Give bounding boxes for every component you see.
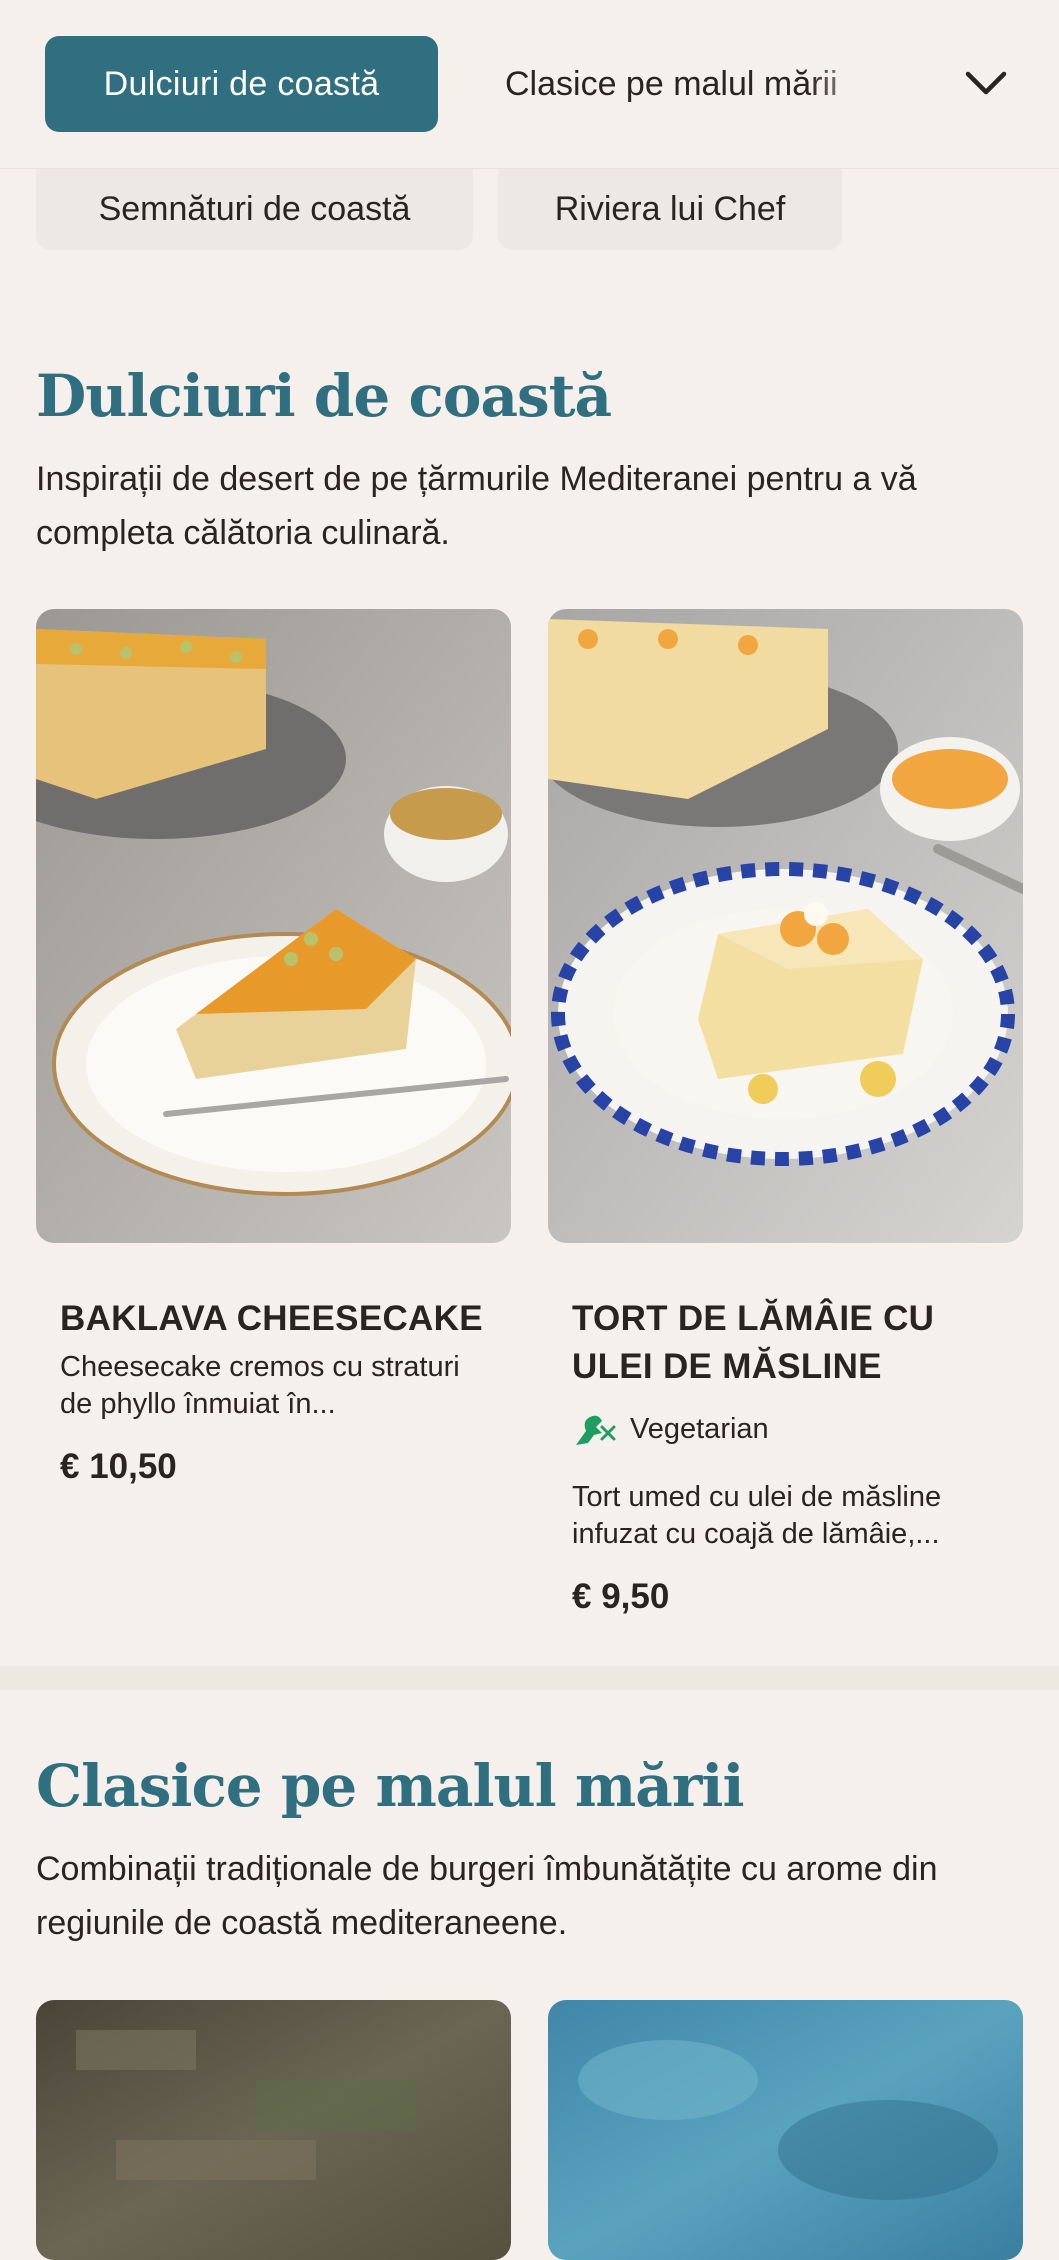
- dietary-badge: Vegetarian: [572, 1409, 999, 1449]
- lemon-olive-oil-cake-image: [548, 609, 1023, 1243]
- dietary-badge-label: Vegetarian: [630, 1412, 769, 1445]
- baklava-cheesecake-image: [36, 609, 511, 1243]
- menu-item-card[interactable]: TORT DE LĂMÂIE CU ULEI DE MĂSLINE Vegeta…: [548, 609, 1023, 1617]
- dinosaur-leaf-icon: [576, 1415, 616, 1445]
- menu-item-name: BAKLAVA CHEESECAKE: [60, 1299, 483, 1338]
- menu-item-price: € 9,50: [572, 1577, 670, 1616]
- section-divider: [0, 1666, 1059, 1690]
- category-tab-chef-riviera[interactable]: Riviera lui Chef: [498, 168, 842, 250]
- menu-item-card[interactable]: BAKLAVA CHEESECAKE Cheesecake cremos cu …: [36, 609, 511, 1487]
- section-description: Combinații tradiționale de burgeri îmbun…: [36, 1850, 938, 1942]
- chevron-down-icon[interactable]: [962, 62, 1010, 106]
- menu-item-description: Cheesecake cremos cu straturi de phyllo …: [60, 1351, 460, 1420]
- category-tab-coastal-signatures[interactable]: Semnături de coastă: [36, 168, 473, 250]
- menu-item-description: Tort umed cu ulei de măsline infuzat cu …: [572, 1481, 942, 1550]
- category-tab-seaside-classics[interactable]: Clasice pe malul mării: [505, 36, 885, 132]
- category-tab-coastal-sweets[interactable]: Dulciuri de coastă: [45, 36, 438, 132]
- menu-item-image-placeholder[interactable]: [548, 2000, 1023, 2260]
- section-title-seaside-classics: Clasice pe malul mării: [36, 1752, 744, 1820]
- menu-item-image-placeholder[interactable]: [36, 2000, 511, 2260]
- category-bar: Dulciuri de coastă Clasice pe malul mări…: [0, 0, 1059, 169]
- section-title-coastal-sweets: Dulciuri de coastă: [36, 362, 612, 430]
- menu-item-name: TORT DE LĂMÂIE CU ULEI DE MĂSLINE: [572, 1299, 935, 1386]
- menu-item-price: € 10,50: [60, 1447, 177, 1486]
- section-description: Inspirații de desert de pe țărmurile Med…: [36, 460, 917, 552]
